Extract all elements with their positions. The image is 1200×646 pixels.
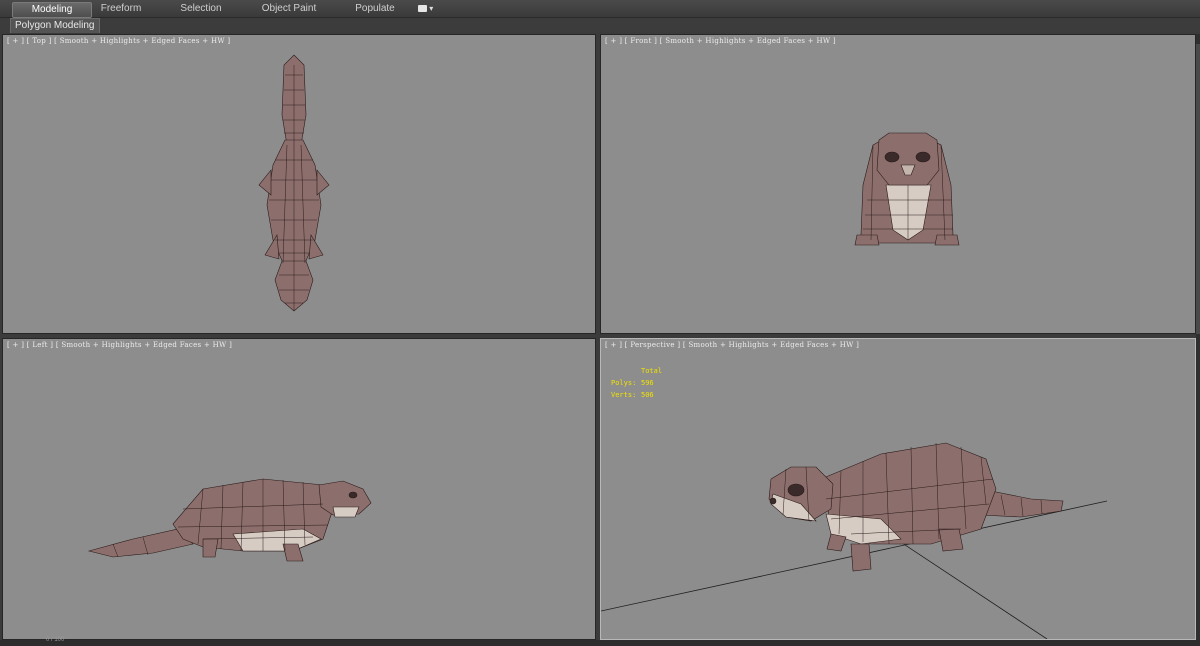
otter-front-view xyxy=(854,132,960,246)
viewport-top[interactable]: [ + ] [ Top ] [ Smooth + Highlights + Ed… xyxy=(2,34,596,334)
tab-freeform[interactable]: Freeform xyxy=(90,2,152,16)
viewport-left[interactable]: [ + ] [ Left ] [ Smooth + Highlights + E… xyxy=(2,338,596,640)
ribbon-tab-bar: Modeling Freeform Selection Object Paint… xyxy=(0,0,1200,18)
tab-object-paint[interactable]: Object Paint xyxy=(255,2,323,16)
time-slider-strip[interactable]: 0 / 100 xyxy=(0,637,1200,646)
scrollbar-thumb[interactable] xyxy=(1196,44,1200,334)
right-panel-scrollbar[interactable] xyxy=(1196,34,1200,640)
otter-top-view xyxy=(258,54,330,312)
grid-axis-line xyxy=(880,528,1048,639)
viewport-front[interactable]: [ + ] [ Front ] [ Smooth + Highlights + … xyxy=(600,34,1196,334)
polygon-modeling-tab[interactable]: Polygon Modeling xyxy=(10,18,100,33)
ribbon-options-icon[interactable]: ▾ xyxy=(418,3,440,15)
tab-modeling[interactable]: Modeling xyxy=(12,2,92,18)
viewport-perspective[interactable]: [ + ] [ Perspective ] [ Smooth + Highlig… xyxy=(600,338,1196,640)
tab-selection[interactable]: Selection xyxy=(170,2,232,16)
otter-perspective-view xyxy=(601,442,1108,639)
tab-populate[interactable]: Populate xyxy=(345,2,405,16)
frame-counter: 0 / 100 xyxy=(46,637,65,643)
otter-left-view xyxy=(87,478,372,562)
ribbon-panel-bar: Polygon Modeling xyxy=(0,18,1200,33)
